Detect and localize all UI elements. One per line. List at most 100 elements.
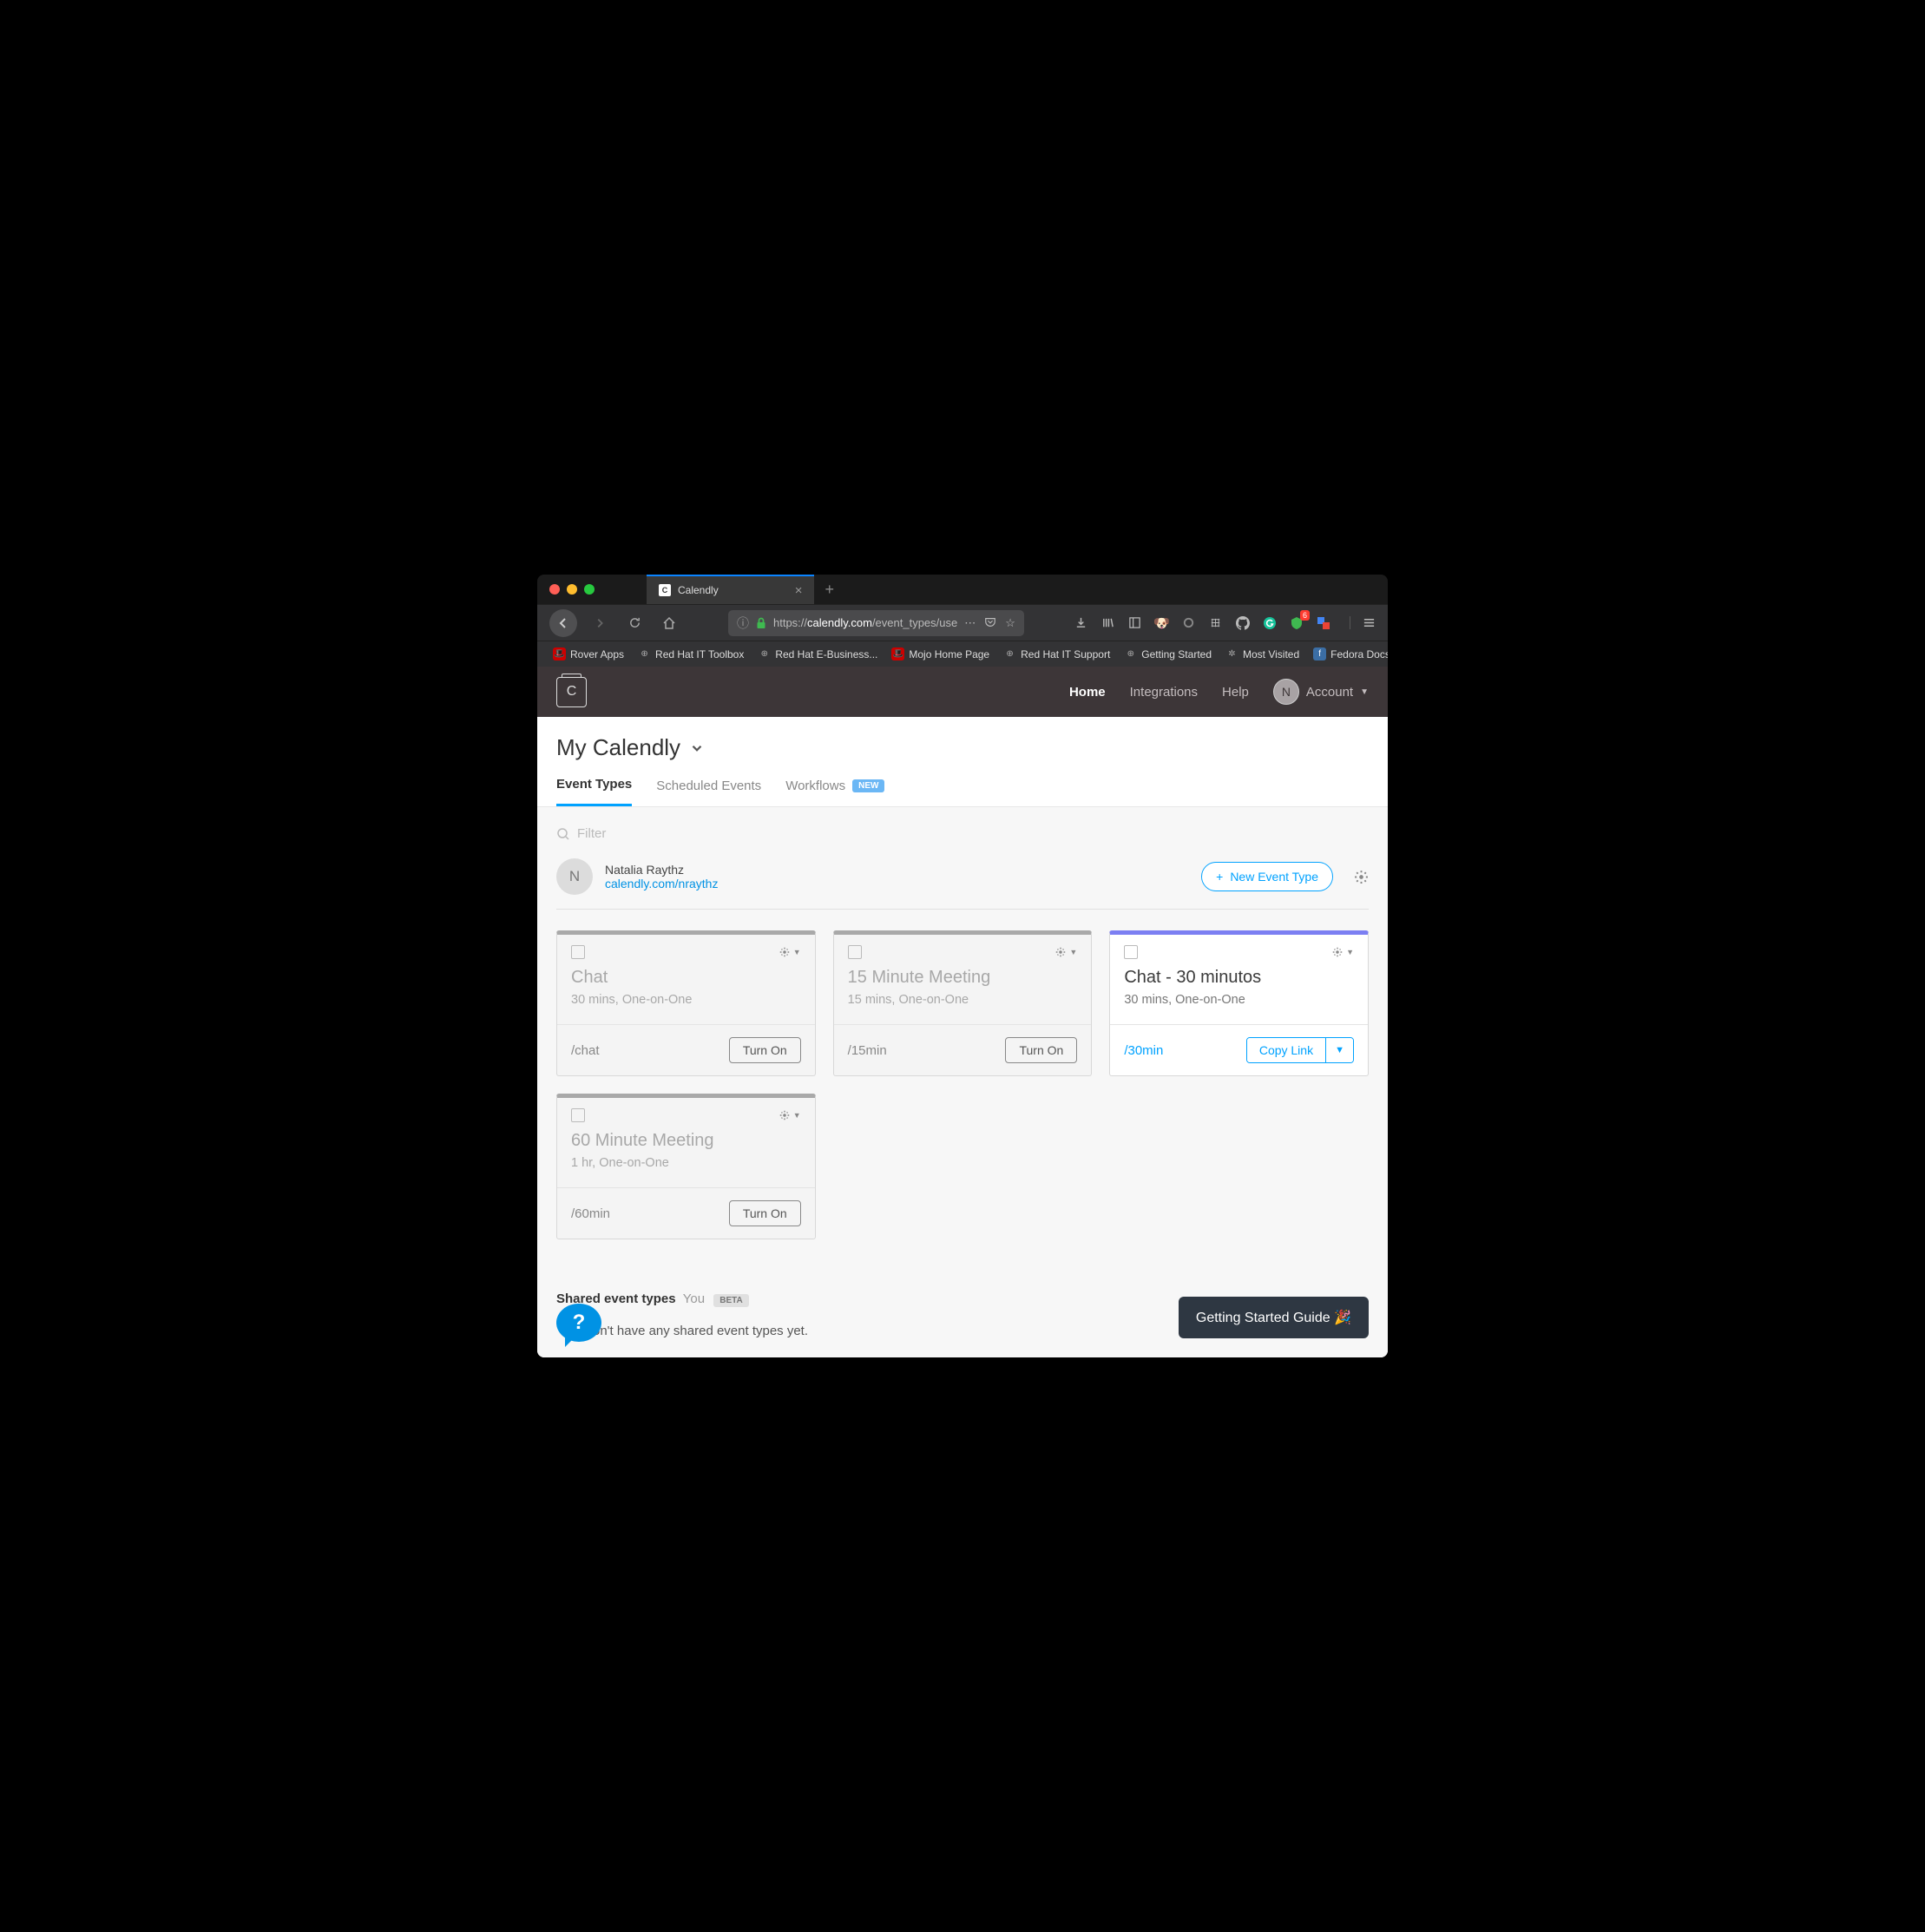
tab-close-icon[interactable]: × <box>795 583 803 598</box>
page-title-dropdown[interactable]: My Calendly <box>556 734 1369 761</box>
caret-down-icon: ▼ <box>1360 687 1369 697</box>
nav-integrations[interactable]: Integrations <box>1130 685 1198 700</box>
card-checkbox[interactable] <box>1124 945 1138 959</box>
turn-on-button[interactable]: Turn On <box>1005 1037 1077 1063</box>
caret-down-icon: ▼ <box>1346 948 1354 956</box>
beta-badge: BETA <box>713 1294 748 1307</box>
caret-down-icon: ▼ <box>1069 948 1077 956</box>
forward-button[interactable] <box>588 611 612 635</box>
search-icon <box>556 827 570 841</box>
bookmark-item[interactable]: ⊕Getting Started <box>1119 647 1217 660</box>
extension-icon-3[interactable] <box>1208 615 1223 630</box>
fedora-icon: f <box>1313 647 1326 660</box>
extension-icon-1[interactable]: 🐶 <box>1154 615 1169 630</box>
card-slug[interactable]: /60min <box>571 1206 610 1221</box>
copy-link-dropdown[interactable]: ▼ <box>1325 1038 1353 1062</box>
main-content: Filter N Natalia Raythz calendly.com/nra… <box>537 807 1388 1357</box>
bookmark-item[interactable]: ⊕Red Hat IT Support <box>998 647 1115 660</box>
gear-icon <box>1054 946 1067 958</box>
card-settings-button[interactable]: ▼ <box>779 946 801 958</box>
bookmark-item[interactable]: ⊕Red Hat E-Business... <box>752 647 883 660</box>
extension-icon-2[interactable] <box>1181 615 1196 630</box>
event-card: ▼ 60 Minute Meeting 1 hr, One-on-One /60… <box>556 1094 816 1239</box>
bookmark-item[interactable]: 🎩Mojo Home Page <box>886 647 995 660</box>
copy-link-button[interactable]: Copy Link <box>1247 1038 1325 1062</box>
nav-help[interactable]: Help <box>1222 685 1249 700</box>
grammarly-icon[interactable] <box>1262 615 1277 630</box>
bookmark-item[interactable]: 🎩Rover Apps <box>548 647 629 660</box>
tab-event-types[interactable]: Event Types <box>556 777 632 806</box>
bookmark-item[interactable]: fFedora Docs <box>1308 647 1388 660</box>
page-actions-icon[interactable]: ⋯ <box>964 616 976 630</box>
gear-icon <box>1331 946 1344 958</box>
new-tab-button[interactable]: + <box>814 581 844 599</box>
titlebar: C Calendly × + <box>537 575 1388 604</box>
event-card: ▼ 15 Minute Meeting 15 mins, One-on-One … <box>833 930 1093 1076</box>
getting-started-guide-button[interactable]: Getting Started Guide 🎉 <box>1179 1297 1369 1338</box>
adblock-icon[interactable]: 6 <box>1289 615 1304 630</box>
app-nav: Home Integrations Help N Account ▼ <box>1069 679 1369 705</box>
window-controls <box>549 584 595 595</box>
turn-on-button[interactable]: Turn On <box>729 1200 801 1226</box>
tab-scheduled-events[interactable]: Scheduled Events <box>656 777 761 806</box>
card-slug[interactable]: /30min <box>1124 1043 1163 1058</box>
turn-on-button[interactable]: Turn On <box>729 1037 801 1063</box>
tab-favicon: C <box>659 584 671 596</box>
back-button[interactable] <box>549 609 577 637</box>
tab-title: Calendly <box>678 584 719 596</box>
browser-tab-active[interactable]: C Calendly × <box>647 575 814 604</box>
event-cards-grid: ▼ Chat 30 mins, One-on-One /chat Turn On… <box>556 930 1369 1239</box>
user-link[interactable]: calendly.com/nraythz <box>605 877 1189 890</box>
translate-icon[interactable] <box>1316 615 1330 630</box>
sub-header: My Calendly Event Types Scheduled Events… <box>537 717 1388 807</box>
user-row: N Natalia Raythz calendly.com/nraythz + … <box>556 858 1369 910</box>
site-info-icon[interactable]: ⓘ <box>737 614 749 632</box>
event-card: ▼ Chat - 30 minutos 30 mins, One-on-One … <box>1109 930 1369 1076</box>
globe-icon: ⊕ <box>638 647 651 660</box>
app-menu-button[interactable] <box>1350 616 1376 629</box>
new-badge: NEW <box>852 779 884 792</box>
reload-button[interactable] <box>622 611 647 635</box>
library-icon[interactable] <box>1100 615 1115 630</box>
card-slug[interactable]: /chat <box>571 1043 600 1058</box>
home-icon <box>662 616 676 630</box>
bookmark-item[interactable]: ⊕Red Hat IT Toolbox <box>633 647 749 660</box>
pocket-icon[interactable] <box>984 616 996 630</box>
minimize-window-button[interactable] <box>567 584 577 595</box>
card-checkbox[interactable] <box>571 1108 585 1122</box>
card-settings-button[interactable]: ▼ <box>1054 946 1077 958</box>
lock-icon <box>756 617 766 629</box>
calendly-logo[interactable]: C <box>556 677 587 707</box>
github-icon[interactable] <box>1235 615 1250 630</box>
downloads-icon[interactable] <box>1074 615 1088 630</box>
user-settings-button[interactable] <box>1354 870 1369 884</box>
app-content: C Home Integrations Help N Account ▼ My … <box>537 667 1388 1357</box>
account-menu[interactable]: N Account ▼ <box>1273 679 1369 705</box>
card-checkbox[interactable] <box>848 945 862 959</box>
browser-toolbar: ⓘ https://calendly.com/event_types/use ⋯… <box>537 604 1388 641</box>
sidebar-icon[interactable] <box>1127 615 1142 630</box>
shared-you-label: You <box>683 1291 705 1306</box>
home-button[interactable] <box>657 611 681 635</box>
url-bar[interactable]: ⓘ https://calendly.com/event_types/use ⋯… <box>728 610 1024 636</box>
card-title: Chat - 30 minutos <box>1124 968 1354 988</box>
gear-icon <box>1354 870 1369 884</box>
browser-window: C Calendly × + ⓘ https://calendly.com <box>537 575 1388 1357</box>
maximize-window-button[interactable] <box>584 584 595 595</box>
tab-workflows[interactable]: Workflows NEW <box>785 777 884 806</box>
bookmark-item[interactable]: ✲Most Visited <box>1220 647 1304 660</box>
card-slug[interactable]: /15min <box>848 1043 887 1058</box>
user-name: Natalia Raythz <box>605 863 1189 877</box>
new-event-type-button[interactable]: + New Event Type <box>1201 862 1333 891</box>
chat-support-button[interactable]: ? <box>556 1304 601 1342</box>
card-title: 60 Minute Meeting <box>571 1131 801 1151</box>
card-settings-button[interactable]: ▼ <box>779 1109 801 1121</box>
nav-home[interactable]: Home <box>1069 685 1106 700</box>
card-settings-button[interactable]: ▼ <box>1331 946 1354 958</box>
close-window-button[interactable] <box>549 584 560 595</box>
card-checkbox[interactable] <box>571 945 585 959</box>
caret-down-icon: ▼ <box>793 948 801 956</box>
bookmark-star-icon[interactable]: ☆ <box>1005 616 1015 630</box>
avatar: N <box>1273 679 1299 705</box>
filter-input[interactable]: Filter <box>556 826 1369 841</box>
